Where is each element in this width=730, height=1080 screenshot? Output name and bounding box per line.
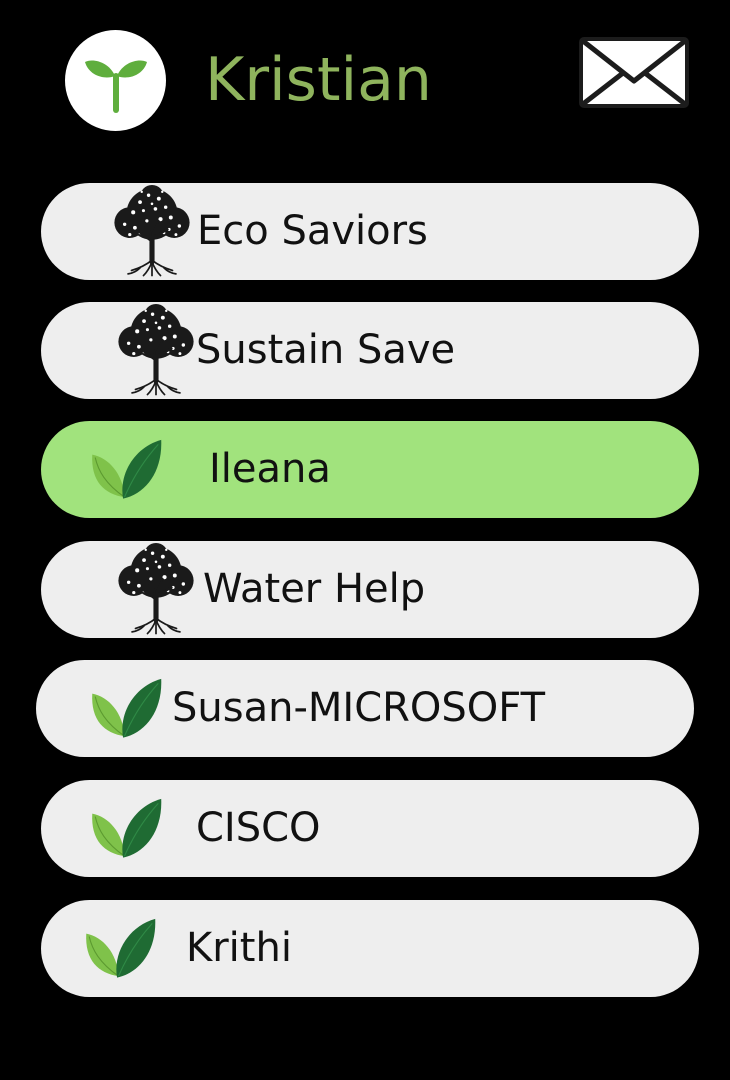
contact-item-sustain-save[interactable]: Sustain Save — [41, 302, 699, 399]
leaves-icon — [76, 660, 176, 757]
leaves-icon — [76, 780, 176, 877]
contact-name: Eco Saviors — [197, 208, 428, 254]
contact-item-water-help[interactable]: Water Help — [41, 541, 699, 638]
tree-icon — [106, 541, 206, 638]
contact-name: Krithi — [186, 925, 292, 971]
contact-item-cisco[interactable]: CISCO — [41, 780, 699, 877]
contact-item-krithi[interactable]: Krithi — [41, 900, 699, 997]
contact-item-susan-microsoft[interactable]: Susan-MICROSOFT — [36, 660, 694, 757]
contact-name: Water Help — [203, 566, 426, 612]
contact-name: Sustain Save — [196, 327, 456, 373]
tree-icon — [102, 183, 202, 280]
contact-item-ileana[interactable]: Ileana — [41, 421, 699, 518]
leaves-icon — [70, 900, 170, 997]
tree-icon — [106, 302, 206, 399]
contact-name: Ileana — [209, 446, 331, 492]
contact-item-eco-saviors[interactable]: Eco Saviors — [41, 183, 699, 280]
contact-list: Eco Saviors Sustain Save Ileana Water Help S… — [0, 0, 730, 1080]
contact-name: CISCO — [196, 805, 321, 851]
contact-name: Susan-MICROSOFT — [172, 685, 546, 731]
leaves-icon — [76, 421, 176, 518]
